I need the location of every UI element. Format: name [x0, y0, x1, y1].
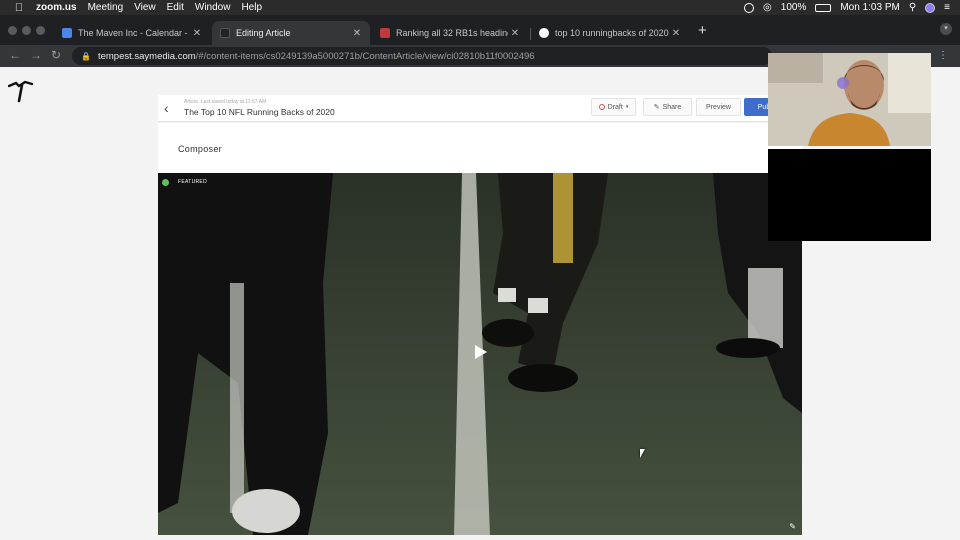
reload-icon[interactable]: ↻ — [51, 48, 61, 62]
back-arrow-icon[interactable]: ‹ — [164, 100, 169, 116]
tab-title: Editing Article — [236, 28, 291, 38]
menu-edit[interactable]: Edit — [167, 2, 184, 13]
tab-title: The Maven Inc - Calendar - W — [78, 28, 190, 38]
menu-clock[interactable]: Mon 1:03 PM — [840, 2, 899, 13]
address-bar[interactable]: 🔒 tempest.saymedia.com /#/content-items/… — [72, 47, 772, 65]
article-header: ‹ Article. Last saved today at 11:57 AM … — [158, 95, 802, 122]
close-tab-icon[interactable]: ✕ — [669, 28, 683, 39]
google-favicon-icon — [539, 28, 549, 38]
close-tab-icon[interactable]: ✕ — [190, 28, 204, 39]
browser-tab-strip: The Maven Inc - Calendar - W ✕ Editing A… — [0, 15, 960, 45]
window-close-button[interactable] — [8, 26, 17, 35]
draft-label: Draft — [607, 103, 623, 111]
menu-window[interactable]: Window — [195, 2, 231, 13]
window-minimize-button[interactable] — [22, 26, 31, 35]
featured-status-icon — [162, 179, 169, 186]
menu-view[interactable]: View — [134, 2, 156, 13]
vpn-status-icon[interactable] — [744, 2, 755, 13]
featured-label: FEATURED — [178, 179, 207, 185]
tempest-logo-icon — [8, 80, 34, 103]
preview-button[interactable]: Preview — [696, 98, 741, 116]
calendar-favicon-icon — [62, 28, 72, 38]
zoom-participant-video-off[interactable] — [768, 149, 931, 241]
control-center-icon[interactable]: ≡ — [944, 2, 950, 13]
tag-icon: ✎ — [653, 104, 660, 111]
lock-icon[interactable]: 🔒 — [81, 52, 91, 61]
menu-meeting[interactable]: Meeting — [88, 2, 124, 13]
close-tab-icon[interactable]: ✕ — [508, 28, 522, 39]
menu-app-name[interactable]: zoom.us — [36, 2, 77, 13]
chevron-down-icon: ▾ — [625, 104, 629, 110]
tab-google-search[interactable]: top 10 runningbacks of 2020 - ✕ — [531, 21, 689, 45]
draft-status-icon — [598, 104, 605, 110]
nfl-favicon-icon — [380, 28, 390, 38]
browser-menu-icon[interactable]: ⋮ — [938, 50, 948, 61]
close-tab-icon[interactable]: ✕ — [350, 28, 364, 39]
siri-icon[interactable] — [925, 2, 936, 13]
draft-status-button[interactable]: Draft ▾ — [591, 98, 636, 116]
new-tab-button[interactable]: + — [698, 22, 707, 39]
tab-title: Ranking all 32 RB1s heading in — [396, 28, 508, 38]
tab-search-icon[interactable]: ▾ — [940, 23, 952, 35]
url-host: tempest.saymedia.com — [97, 50, 196, 62]
window-zoom-button[interactable] — [36, 26, 45, 35]
battery-percent: 100% — [780, 2, 807, 13]
tab-title: top 10 runningbacks of 2020 - — [555, 28, 669, 38]
macos-menu-bar:  zoom.us Meeting View Edit Window Help … — [0, 0, 960, 15]
preview-label: Preview — [706, 103, 731, 111]
tab-ranking-rb1s[interactable]: Ranking all 32 RB1s heading in ✕ — [372, 21, 528, 45]
edit-pencil-icon[interactable]: ✎ — [789, 522, 796, 531]
wifi-icon[interactable]: ◎ — [763, 2, 772, 13]
url-path: /#/content-items/cs0249139a5000271b/Cont… — [195, 50, 535, 62]
zoom-participant-video[interactable] — [768, 53, 931, 146]
article-title: The Top 10 NFL Running Backs of 2020 — [184, 107, 335, 117]
mouse-cursor-icon — [640, 449, 645, 458]
tab-calendar[interactable]: The Maven Inc - Calendar - W ✕ — [54, 21, 210, 45]
participant-video-frame — [768, 53, 931, 146]
tab-editing-article[interactable]: Editing Article ✕ — [212, 21, 370, 45]
forward-icon[interactable]: → — [30, 48, 42, 62]
featured-video[interactable]: FEATURED ✎ — [158, 173, 802, 535]
tempest-favicon-icon — [220, 28, 230, 38]
share-button[interactable]: ✎ Share — [643, 98, 692, 116]
share-label: Share — [662, 103, 682, 111]
composer-label: Composer — [178, 144, 222, 154]
spotlight-search-icon[interactable]: ⚲ — [909, 2, 916, 13]
apple-icon[interactable]:  — [13, 2, 25, 14]
play-icon[interactable] — [475, 345, 487, 359]
saved-status: Article. Last saved today at 11:57 AM — [184, 99, 267, 105]
composer-section: Composer — [158, 123, 802, 173]
battery-icon[interactable] — [815, 3, 832, 12]
back-icon[interactable]: ← — [9, 48, 21, 62]
menu-help[interactable]: Help — [241, 2, 262, 13]
